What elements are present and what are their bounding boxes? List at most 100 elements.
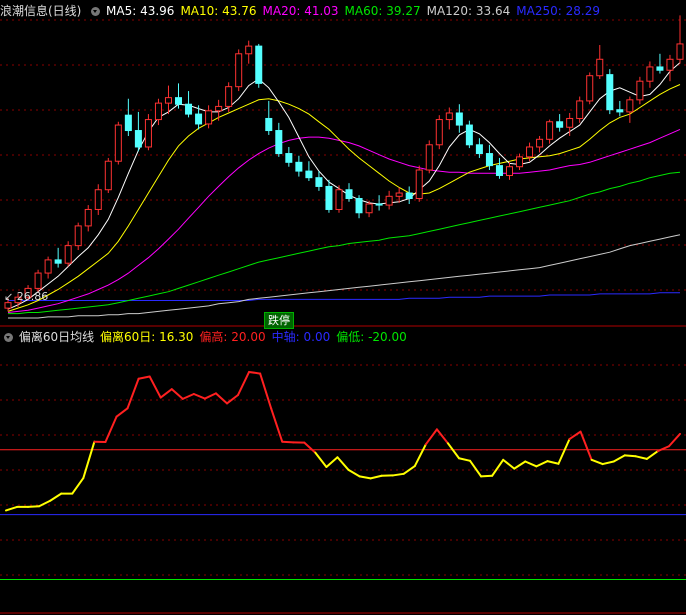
candle-body [154,102,162,121]
deviation-segment [104,415,118,444]
candle [505,162,514,180]
deviation-segment [181,393,195,400]
deviation-segment [535,460,549,468]
ma250-line [8,292,680,301]
main-title: 浪潮信息(日线) [0,4,82,18]
candle-body [365,203,373,214]
candle-body [134,130,142,148]
candle-body [586,75,594,102]
deviation-segment [347,468,361,478]
candle [616,100,624,117]
candle [44,256,52,279]
candle-body [285,153,293,163]
main-indicator-5: MA250: 28.29 [516,4,600,18]
deviation-segment [5,505,19,512]
deviation-segment [325,456,339,468]
candle-body [576,100,584,119]
candle [626,96,634,123]
candle [205,105,213,129]
candle-body [566,117,574,128]
candle-body [174,97,183,105]
deviation-segment [612,454,626,463]
candle [134,111,142,152]
candle [666,54,674,82]
candle [265,100,273,135]
sub-title: 偏离60日均线 [18,330,95,344]
candle [445,107,453,130]
candle [536,136,544,153]
main-indicator-4: MA120: 33.64 [426,4,511,18]
candle [255,43,263,88]
ma20-line [7,128,681,313]
candle [275,122,283,157]
main-indicator-0: MA5: 43.96 [106,4,175,18]
deviation-segment [667,432,681,448]
candle [84,205,92,232]
candle [245,40,253,64]
settings-circle-icon[interactable] [91,7,101,16]
sub-indicator-3: 偏低: -20.00 [336,330,407,344]
deviation-segment [413,443,427,468]
sub-panel-header: 偏离60日均线 偏离60日: 16.30 偏高: 20.00 中轴: 0.00 偏低:… [0,328,415,346]
sub-indicator-0: 偏离60日: 16.30 [99,330,194,344]
candle-body [54,259,62,264]
candle-body [315,177,323,187]
candle-body [455,112,463,126]
deviation-segment [115,407,129,418]
candle-body [395,192,403,197]
candle-body [435,119,443,146]
candle [646,61,654,88]
candle-body [245,45,253,55]
candle-body [34,272,42,289]
candle [235,49,243,92]
candle-body [255,45,263,84]
candle-body [335,189,343,210]
candle [576,96,584,123]
deviation-segment [314,451,328,468]
candle-body [185,103,193,115]
candle-body [546,121,554,140]
candle [325,179,333,213]
candle-body [305,170,313,179]
main-indicators: MA5: 43.96 MA10: 43.76 MA20: 41.03 MA60: 39… [106,4,606,18]
deviation-segment [391,472,405,477]
candle-body [94,189,102,210]
deviation-segment [71,477,85,495]
candle [144,114,152,151]
candle-body [164,97,172,104]
deviation-segment [148,375,162,399]
deviation-segment [170,388,184,400]
candle [435,115,443,150]
deviation-segment [137,375,151,380]
candle [586,72,594,105]
candle [54,247,62,268]
deviation-segment [590,458,604,466]
deviation-segment [358,475,372,480]
deviation-segment [27,505,41,508]
candle-body [516,156,524,168]
candle-body [596,58,604,77]
candle-body [656,66,664,71]
candle [516,153,524,170]
deviation-segment [203,392,217,400]
candle [546,119,554,144]
deviation-segment [159,388,173,399]
candle-body [4,302,12,309]
deviation-segment [402,465,416,475]
candle-body [415,169,423,200]
candle-body [64,245,72,264]
deviation-segment [336,456,350,471]
candle-body [526,146,534,158]
candle-body [375,203,383,206]
candle-body [345,189,353,200]
candle [225,82,233,112]
candle-body [195,113,203,125]
candle [395,187,403,203]
settings-circle-icon[interactable] [4,333,13,342]
candle-body [636,80,644,101]
deviation-segment [446,442,461,460]
candle-body [104,160,112,191]
deviation-segment [49,492,63,502]
candle [185,91,193,118]
candle [606,69,614,115]
